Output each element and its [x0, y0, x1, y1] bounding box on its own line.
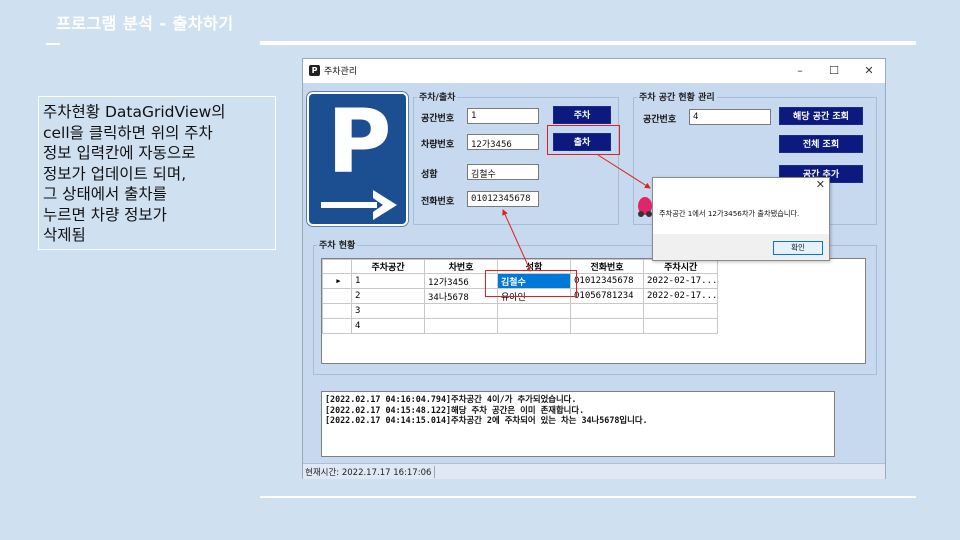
arrow-to-message [597, 154, 651, 189]
arrow-to-inputs [502, 209, 531, 271]
annotation-arrows [502, 154, 651, 271]
